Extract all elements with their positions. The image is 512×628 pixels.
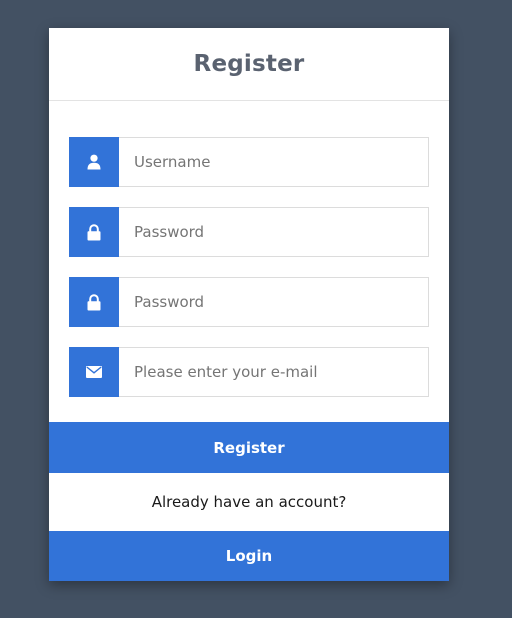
email-field: [69, 347, 429, 397]
envelope-icon: [69, 347, 119, 397]
login-button[interactable]: Login: [49, 531, 449, 581]
username-field: [69, 137, 429, 187]
register-button[interactable]: Register: [49, 422, 449, 473]
password-input[interactable]: [119, 207, 429, 257]
confirm-password-field: [69, 277, 429, 327]
password-field: [69, 207, 429, 257]
account-prompt: Already have an account?: [151, 493, 347, 511]
card-header: Register: [49, 28, 449, 101]
register-card: Register Username Please enter your e-ma…: [49, 28, 449, 581]
email-input[interactable]: [119, 347, 429, 397]
register-form: [49, 101, 449, 397]
confirm-password-input[interactable]: [119, 277, 429, 327]
user-icon: [69, 137, 119, 187]
lock-icon: [69, 277, 119, 327]
page-title: Register: [193, 51, 305, 77]
lock-icon: [69, 207, 119, 257]
username-input[interactable]: [119, 137, 429, 187]
